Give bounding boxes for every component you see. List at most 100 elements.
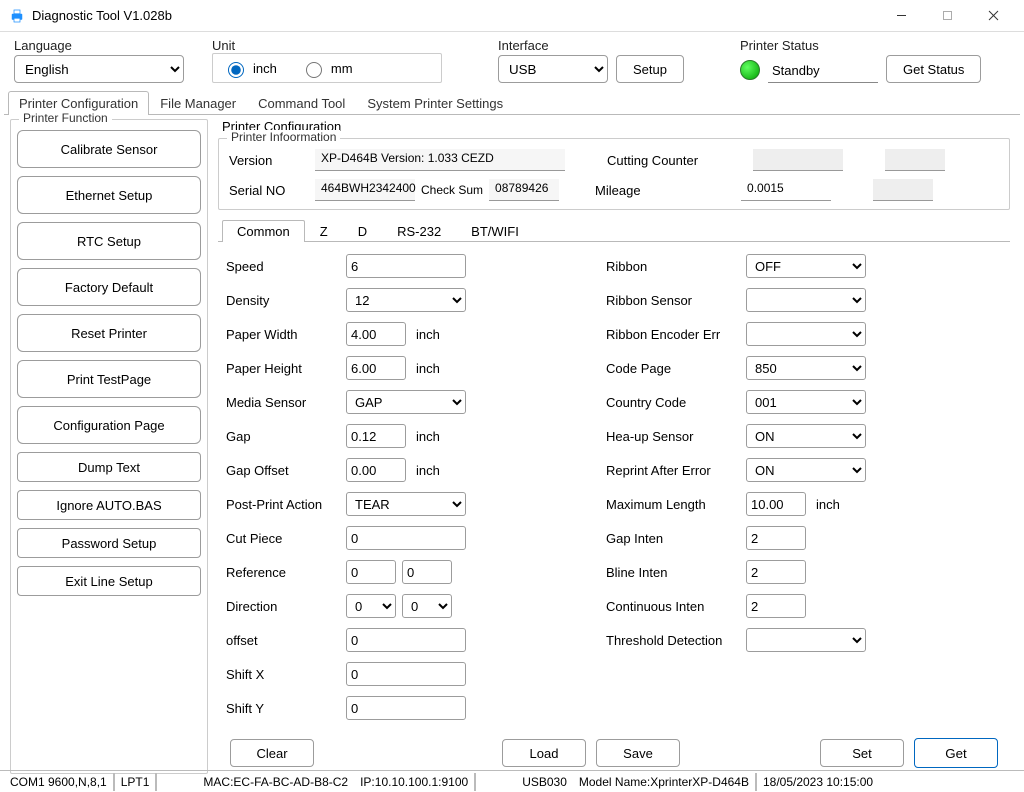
unit-label: Unit [212, 38, 452, 53]
set-button[interactable]: Set [820, 739, 904, 767]
mileage-field: 0.0015 [741, 179, 831, 201]
ignore-autobas-button[interactable]: Ignore AUTO.BAS [17, 490, 201, 520]
get-status-button[interactable]: Get Status [886, 55, 981, 83]
printer-info-panel: Printer Infoormation Version XP-D464B Ve… [218, 138, 1010, 210]
rtc-setup-button[interactable]: RTC Setup [17, 222, 201, 260]
direction1-select[interactable]: 0 [346, 594, 396, 618]
bline-inten-input[interactable] [746, 560, 806, 584]
gap-inten-label: Gap Inten [606, 531, 746, 546]
status-usb: USB030 [516, 773, 573, 791]
ribbon-label: Ribbon [606, 259, 746, 274]
get-button[interactable]: Get [914, 738, 998, 768]
unit-inch-radio[interactable]: inch [223, 59, 277, 78]
close-button[interactable] [970, 1, 1016, 31]
title-bar: Diagnostic Tool V1.028b [0, 0, 1024, 32]
minimize-button[interactable] [878, 1, 924, 31]
maximum-length-input[interactable] [746, 492, 806, 516]
status-model: Model Name:XprinterXP-D464B [573, 773, 757, 791]
ethernet-setup-button[interactable]: Ethernet Setup [17, 176, 201, 214]
reprint-after-error-select[interactable]: ON [746, 458, 866, 482]
gap-input[interactable] [346, 424, 406, 448]
calibrate-sensor-button[interactable]: Calibrate Sensor [17, 130, 201, 168]
gap-offset-label: Gap Offset [226, 463, 346, 478]
media-sensor-select[interactable]: GAP [346, 390, 466, 414]
exit-line-setup-button[interactable]: Exit Line Setup [17, 566, 201, 596]
reset-printer-button[interactable]: Reset Printer [17, 314, 201, 352]
paper-width-label: Paper Width [226, 327, 346, 342]
printer-function-panel: Printer Function Calibrate Sensor Ethern… [10, 119, 208, 774]
reference-y-input[interactable] [402, 560, 452, 584]
save-button[interactable]: Save [596, 739, 680, 767]
mileage-label: Mileage [595, 183, 735, 198]
subtab-common[interactable]: Common [222, 220, 305, 242]
speed-input[interactable] [346, 254, 466, 278]
ribbon-encoder-err-label: Ribbon Encoder Err [606, 327, 746, 342]
status-led-icon [740, 60, 760, 80]
shift-y-label: Shift Y [226, 701, 346, 716]
heaup-sensor-label: Hea-up Sensor [606, 429, 746, 444]
subtab-d[interactable]: D [343, 220, 382, 242]
shift-y-input[interactable] [346, 696, 466, 720]
heaup-sensor-select[interactable]: ON [746, 424, 866, 448]
maximize-button[interactable] [924, 1, 970, 31]
code-page-select[interactable]: 850 [746, 356, 866, 380]
ribbon-sensor-select[interactable] [746, 288, 866, 312]
continuous-inten-label: Continuous Inten [606, 599, 746, 614]
reference-x-input[interactable] [346, 560, 396, 584]
subtab-rs232[interactable]: RS-232 [382, 220, 456, 242]
cut-piece-input[interactable] [346, 526, 466, 550]
subtab-z[interactable]: Z [305, 220, 343, 242]
cutting-counter-field2 [885, 149, 945, 171]
setup-button[interactable]: Setup [616, 55, 684, 83]
direction2-select[interactable]: 0 [402, 594, 452, 618]
load-button[interactable]: Load [502, 739, 586, 767]
tab-file-manager[interactable]: File Manager [149, 91, 247, 115]
configuration-page-button[interactable]: Configuration Page [17, 406, 201, 444]
checksum-label: Check Sum [421, 183, 483, 197]
printer-icon [8, 7, 26, 25]
density-label: Density [226, 293, 346, 308]
password-setup-button[interactable]: Password Setup [17, 528, 201, 558]
offset-label: offset [226, 633, 346, 648]
checksum-field: 08789426 [489, 179, 559, 201]
tab-system-printer-settings[interactable]: System Printer Settings [356, 91, 514, 115]
gap-inten-input[interactable] [746, 526, 806, 550]
ribbon-sensor-label: Ribbon Sensor [606, 293, 746, 308]
gap-offset-input[interactable] [346, 458, 406, 482]
ribbon-select[interactable]: OFF [746, 254, 866, 278]
subtab-btwifi[interactable]: BT/WIFI [456, 220, 534, 242]
tab-command-tool[interactable]: Command Tool [247, 91, 356, 115]
clear-button[interactable]: Clear [230, 739, 314, 767]
direction-label: Direction [226, 599, 346, 614]
threshold-detection-label: Threshold Detection [606, 633, 746, 648]
status-com: COM1 9600,N,8,1 [4, 773, 115, 791]
offset-input[interactable] [346, 628, 466, 652]
interface-select[interactable]: USB [498, 55, 608, 83]
density-select[interactable]: 12 [346, 288, 466, 312]
factory-default-button[interactable]: Factory Default [17, 268, 201, 306]
status-lpt: LPT1 [115, 773, 158, 791]
continuous-inten-input[interactable] [746, 594, 806, 618]
shift-x-input[interactable] [346, 662, 466, 686]
country-code-label: Country Code [606, 395, 746, 410]
post-print-action-select[interactable]: TEAR [346, 492, 466, 516]
window-title: Diagnostic Tool V1.028b [32, 8, 878, 23]
paper-height-input[interactable] [346, 356, 406, 380]
version-label: Version [229, 153, 309, 168]
paper-width-input[interactable] [346, 322, 406, 346]
country-code-select[interactable]: 001 [746, 390, 866, 414]
unit-mm-radio[interactable]: mm [301, 59, 353, 78]
mileage-field2 [873, 179, 933, 201]
printer-status-label: Printer Status [740, 38, 981, 53]
shift-x-label: Shift X [226, 667, 346, 682]
printer-config-label: Printer Configuration [222, 119, 1014, 134]
maximum-length-label: Maximum Length [606, 497, 746, 512]
code-page-label: Code Page [606, 361, 746, 376]
dump-text-button[interactable]: Dump Text [17, 452, 201, 482]
threshold-detection-select[interactable] [746, 628, 866, 652]
language-select[interactable]: English [14, 55, 184, 83]
language-label: Language [14, 38, 204, 53]
serial-label: Serial NO [229, 183, 309, 198]
ribbon-encoder-err-select[interactable] [746, 322, 866, 346]
print-testpage-button[interactable]: Print TestPage [17, 360, 201, 398]
